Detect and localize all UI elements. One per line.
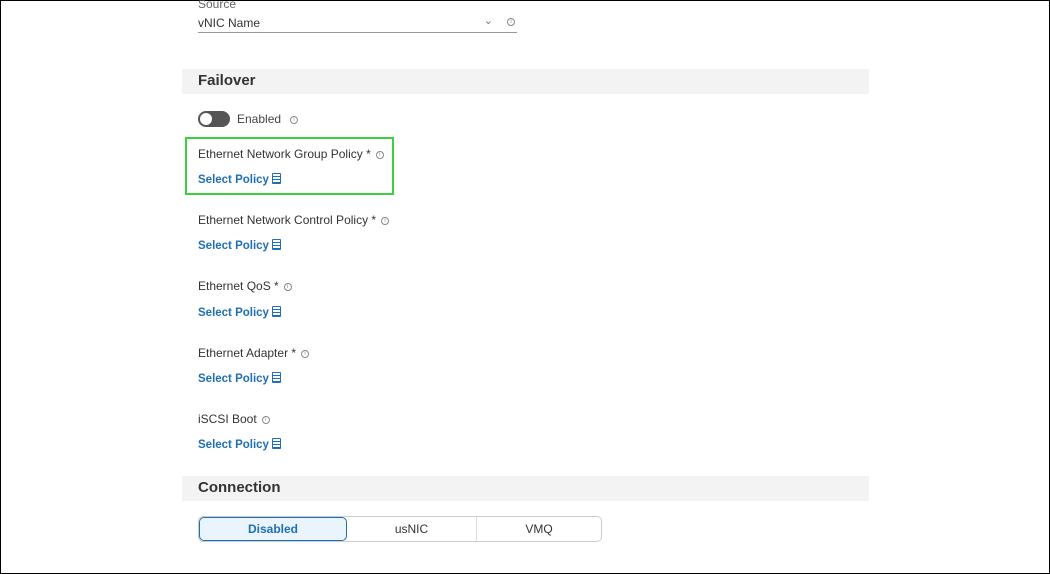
connection-option-usnic[interactable]: usNIC <box>347 517 477 541</box>
link-text: Select Policy <box>198 174 269 186</box>
failover-toggle-label: Enabled i <box>237 112 299 126</box>
document-icon <box>271 438 281 449</box>
info-icon[interactable]: i <box>381 216 390 225</box>
highlight-box <box>185 137 394 195</box>
policy-label-qos: Ethernet QoS * i <box>198 279 292 293</box>
policy-label-adapter: Ethernet Adapter * i <box>198 346 310 360</box>
info-icon[interactable]: i <box>301 349 310 358</box>
select-policy-network-group[interactable]: Select Policy <box>198 173 281 186</box>
link-text: Select Policy <box>198 373 269 385</box>
link-text: Select Policy <box>198 439 269 451</box>
policy-label-network-group: Ethernet Network Group Policy * i <box>198 147 384 161</box>
label-text: Ethernet Adapter * <box>198 346 297 360</box>
select-policy-network-control[interactable]: Select Policy <box>198 239 281 252</box>
document-icon <box>271 372 281 383</box>
source-value: vNIC Name <box>198 16 261 30</box>
select-policy-adapter[interactable]: Select Policy <box>198 372 281 385</box>
toggle-knob <box>200 113 212 125</box>
source-label: Source <box>198 0 237 11</box>
select-policy-iscsi-boot[interactable]: Select Policy <box>198 438 281 451</box>
connection-option-vmq[interactable]: VMQ <box>477 517 601 541</box>
failover-header: Failover <box>182 69 869 94</box>
select-policy-qos[interactable]: Select Policy <box>198 306 281 319</box>
link-text: Select Policy <box>198 240 269 252</box>
label-text: Ethernet QoS * <box>198 279 279 293</box>
connection-header: Connection <box>182 476 869 501</box>
connection-segmented-control: Disabled usNIC VMQ <box>198 516 602 542</box>
connection-option-disabled[interactable]: Disabled <box>199 517 347 541</box>
document-icon <box>271 239 281 250</box>
document-icon <box>271 306 281 317</box>
toggle-label-text: Enabled <box>237 112 282 126</box>
failover-toggle[interactable] <box>198 111 230 127</box>
info-icon[interactable]: i <box>375 150 384 159</box>
chevron-down-icon: ⌄ <box>483 15 493 27</box>
info-icon[interactable]: i <box>290 115 299 124</box>
label-text: Ethernet Network Group Policy * <box>198 147 371 161</box>
info-icon[interactable]: i <box>507 18 515 26</box>
policy-label-iscsi-boot: iSCSI Boot i <box>198 412 270 426</box>
failover-title: Failover <box>198 72 256 89</box>
link-text: Select Policy <box>198 307 269 319</box>
connection-title: Connection <box>198 479 281 496</box>
info-icon[interactable]: i <box>283 282 292 291</box>
info-icon[interactable]: i <box>261 415 270 424</box>
label-text: iSCSI Boot <box>198 412 257 426</box>
label-text: Ethernet Network Control Policy * <box>198 213 377 227</box>
document-icon <box>271 173 281 184</box>
source-select[interactable]: vNIC Name ⌄ i <box>198 14 517 33</box>
policy-label-network-control: Ethernet Network Control Policy * i <box>198 213 390 227</box>
